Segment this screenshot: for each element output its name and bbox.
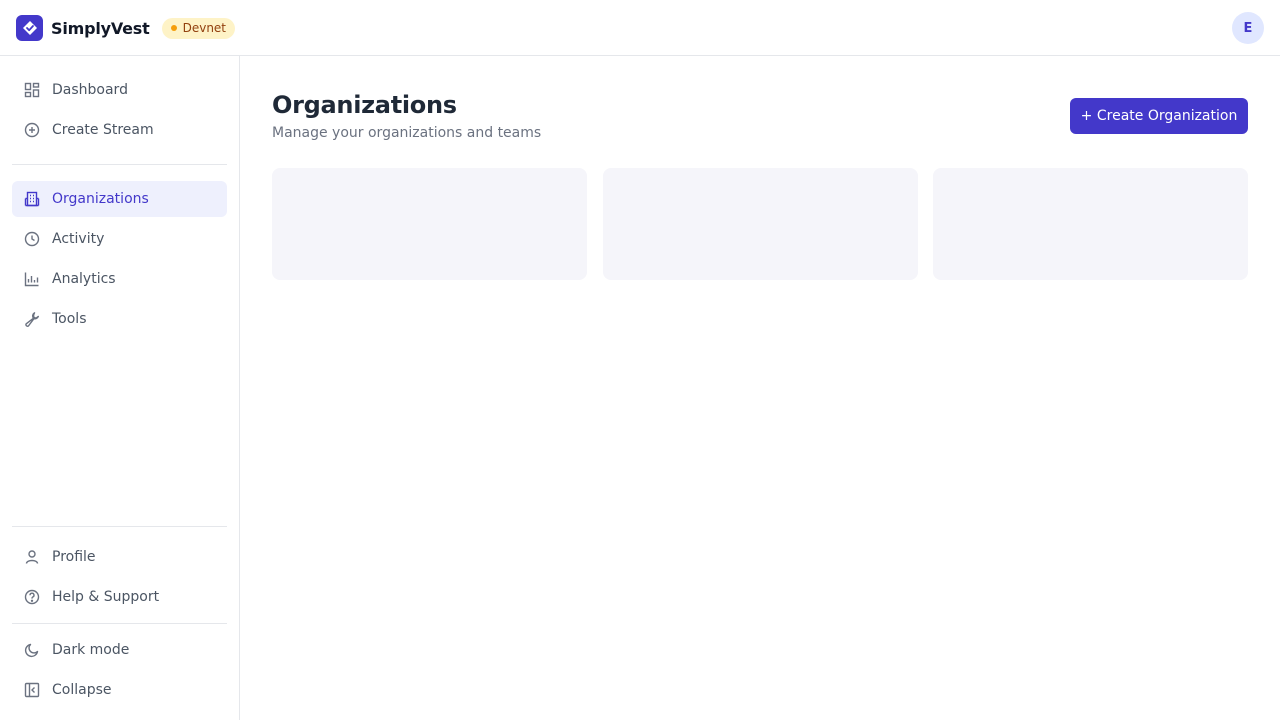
organization-card-skeleton — [933, 168, 1248, 280]
sidebar: Dashboard Create Stream Organizations Ac… — [0, 56, 240, 720]
network-badge: Devnet — [161, 17, 236, 39]
sidebar-item-label: Dashboard — [52, 82, 128, 98]
collapse-sidebar-icon — [24, 682, 40, 698]
main-content: Organizations Manage your organizations … — [241, 57, 1280, 720]
app-name: SimplyVest — [51, 18, 150, 38]
network-badge-label: Devnet — [182, 21, 227, 35]
sidebar-divider — [12, 526, 227, 527]
sidebar-item-label: Dark mode — [52, 642, 130, 658]
sidebar-item-dashboard[interactable]: Dashboard — [12, 72, 227, 108]
user-icon — [24, 549, 40, 565]
sidebar-item-organizations[interactable]: Organizations — [12, 181, 227, 217]
sidebar-item-create-stream[interactable]: Create Stream — [12, 112, 227, 148]
avatar[interactable]: E — [1232, 12, 1264, 44]
sidebar-item-label: Help & Support — [52, 589, 160, 605]
dashboard-icon — [24, 82, 40, 98]
sidebar-item-label: Create Stream — [52, 122, 154, 138]
sidebar-item-activity[interactable]: Activity — [12, 221, 227, 257]
wrench-icon — [24, 311, 40, 327]
brand[interactable]: SimplyVest Devnet — [16, 15, 236, 41]
page-title: Organizations — [272, 91, 457, 119]
collapse-sidebar-button[interactable]: Collapse — [12, 672, 227, 708]
sidebar-divider — [12, 164, 227, 165]
plus-circle-icon — [24, 122, 40, 138]
organization-card-skeleton — [272, 168, 587, 280]
building-icon — [24, 191, 40, 207]
organization-card-skeleton — [603, 168, 918, 280]
top-bar: SimplyVest Devnet E — [0, 0, 1280, 56]
sidebar-item-label: Organizations — [52, 191, 149, 207]
sidebar-item-label: Analytics — [52, 271, 116, 287]
dark-mode-toggle[interactable]: Dark mode — [12, 632, 227, 668]
sidebar-item-profile[interactable]: Profile — [12, 539, 227, 575]
logo-icon — [16, 15, 43, 41]
help-circle-icon — [24, 589, 40, 605]
sidebar-item-label: Activity — [52, 231, 105, 247]
create-organization-button[interactable]: + Create Organization — [1070, 98, 1248, 134]
sidebar-divider — [12, 623, 227, 624]
sidebar-item-tools[interactable]: Tools — [12, 301, 227, 337]
sidebar-item-help[interactable]: Help & Support — [12, 579, 227, 615]
sidebar-item-label: Tools — [52, 311, 87, 327]
sidebar-item-analytics[interactable]: Analytics — [12, 261, 227, 297]
moon-icon — [24, 642, 40, 658]
bar-chart-icon — [24, 271, 40, 287]
clock-icon — [24, 231, 40, 247]
sidebar-item-label: Collapse — [52, 682, 112, 698]
page-subtitle: Manage your organizations and teams — [272, 125, 542, 141]
status-dot-icon — [170, 25, 177, 31]
sidebar-item-label: Profile — [52, 549, 96, 565]
